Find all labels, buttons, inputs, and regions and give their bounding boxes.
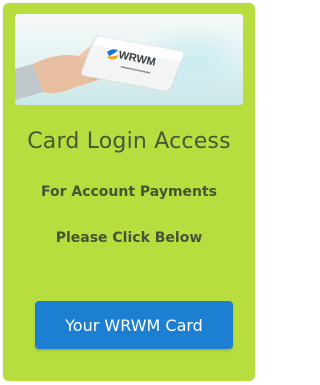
- page-title: Card Login Access: [27, 129, 231, 154]
- subtitle-click-below: Please Click Below: [55, 230, 203, 246]
- card-login-panel: WRWM Card Login Access For Account Payme…: [3, 3, 255, 381]
- hand-holding-card-illustration: WRWM: [15, 35, 185, 100]
- your-card-button[interactable]: Your WRWM Card: [35, 301, 233, 349]
- hero-image: WRWM: [15, 14, 243, 105]
- subtitle-account-payments: For Account Payments: [40, 184, 218, 200]
